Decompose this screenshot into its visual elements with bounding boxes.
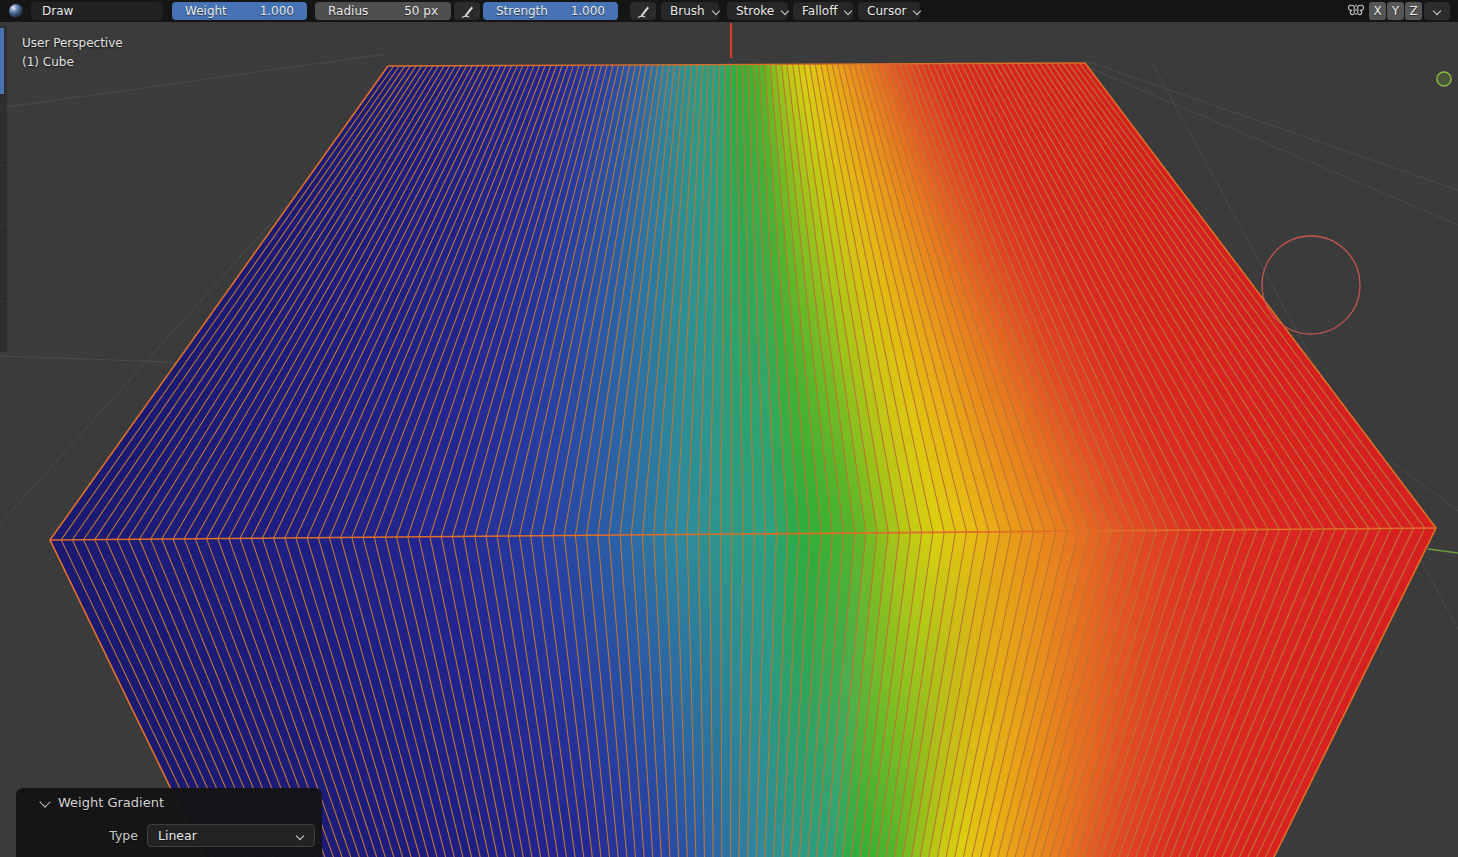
header-extra-dropdown[interactable]	[1424, 2, 1450, 20]
tab-divider	[0, 298, 7, 299]
stylus-pressure-icon	[636, 4, 651, 19]
menu-falloff[interactable]: Falloff	[793, 2, 853, 20]
menu-stroke-label: Stroke	[736, 4, 774, 18]
menu-brush-label: Brush	[670, 4, 705, 18]
chevron-down-icon	[1433, 7, 1441, 15]
strength-slider[interactable]: Strength 1.000	[483, 2, 618, 20]
strength-pressure-button[interactable]	[630, 2, 656, 20]
viewport-header: Draw Weight 1.000 Radius 50 px Strength …	[0, 0, 1458, 22]
menu-brush[interactable]: Brush	[661, 2, 719, 20]
menu-cursor-label: Cursor	[867, 4, 906, 18]
mirror-axis-x-button[interactable]: X	[1369, 2, 1386, 20]
menu-falloff-label: Falloff	[802, 4, 837, 18]
radius-pressure-button[interactable]	[454, 2, 480, 20]
radius-slider[interactable]: Radius 50 px	[315, 2, 451, 20]
active-object-overlay: (1) Cube	[22, 55, 74, 69]
axis-x-label: X	[1373, 4, 1381, 18]
axis-gizmo-ball[interactable]	[1437, 72, 1451, 86]
active-tool-indicator	[0, 28, 4, 94]
panel-header[interactable]: Weight Gradient	[40, 795, 164, 810]
viewport-3d[interactable]	[0, 0, 1458, 857]
chevron-down-icon	[296, 832, 304, 840]
toolbar-tab-strip[interactable]	[0, 26, 7, 352]
butterfly-mirror-icon	[1346, 3, 1366, 19]
view-name-overlay: User Perspective	[22, 36, 123, 50]
menu-stroke[interactable]: Stroke	[727, 2, 788, 20]
stylus-pressure-icon	[460, 4, 475, 19]
weight-gradient-panel: Weight Gradient Type Linear	[16, 788, 322, 857]
brush-mode-label: Draw	[42, 4, 73, 18]
axis-y-label: Y	[1392, 4, 1399, 18]
strength-label: Strength	[496, 4, 548, 18]
type-label: Type	[109, 828, 138, 843]
panel-title-label: Weight Gradient	[58, 795, 164, 810]
axis-z-label: Z	[1409, 4, 1417, 18]
editor-type-icon[interactable]	[3, 2, 28, 20]
radius-label: Radius	[328, 4, 368, 18]
panel-collapse-chevron-icon	[40, 798, 50, 808]
mirror-axis-y-button[interactable]: Y	[1387, 2, 1404, 20]
brush-cursor-circle	[1262, 236, 1360, 334]
mirror-symmetry-icon[interactable]	[1345, 2, 1367, 20]
weight-label: Weight	[185, 4, 227, 18]
mirror-axis-z-button[interactable]: Z	[1405, 2, 1422, 20]
radius-value: 50 px	[404, 4, 438, 18]
tab-divider	[0, 162, 7, 163]
tab-divider	[0, 230, 7, 231]
blender-editor-icon	[8, 3, 24, 19]
menu-cursor[interactable]: Cursor	[858, 2, 920, 20]
tab-divider	[0, 94, 7, 95]
weight-painted-cube	[50, 63, 1436, 857]
weight-value: 1.000	[260, 4, 294, 18]
brush-mode-select[interactable]: Draw	[31, 2, 163, 20]
strength-value: 1.000	[571, 4, 605, 18]
gradient-type-value: Linear	[158, 828, 197, 843]
weight-slider[interactable]: Weight 1.000	[172, 2, 307, 20]
gradient-type-dropdown[interactable]: Linear	[147, 824, 315, 847]
